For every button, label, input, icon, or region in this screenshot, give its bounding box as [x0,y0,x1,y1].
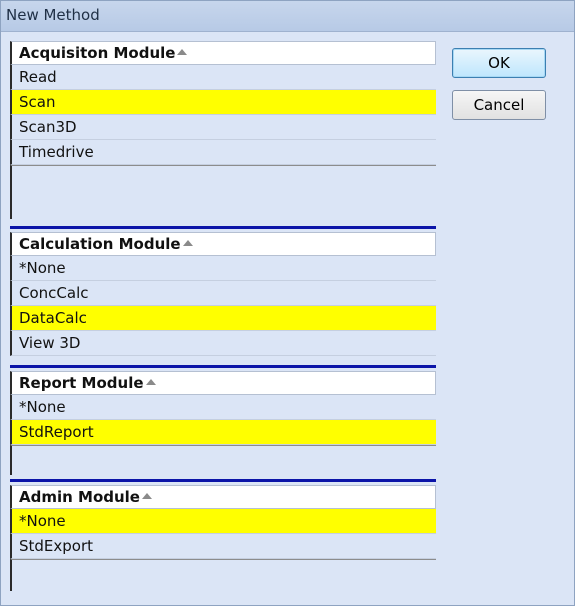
list-item-scan3d[interactable]: Scan3D [10,115,436,140]
list-item-stdreport[interactable]: StdReport [10,420,436,445]
cancel-button[interactable]: Cancel [452,90,546,120]
list-item-scan[interactable]: Scan [10,90,436,115]
list-item-label: *None [19,512,66,530]
list-item-label: View 3D [19,334,81,352]
list-empty-area[interactable] [10,559,436,591]
admin-module-list: Admin Module *None StdExport [10,485,436,591]
list-item-none[interactable]: *None [10,256,436,281]
list-item-label: ConcCalc [19,284,89,302]
title-bar[interactable]: New Method [1,1,574,32]
list-item-conccalc[interactable]: ConcCalc [10,281,436,306]
report-module-header-label: Report Module [19,374,144,392]
sort-ascending-icon [177,49,188,55]
calculation-module-header[interactable]: Calculation Module [10,232,436,256]
list-item-view-3d[interactable]: View 3D [10,331,436,356]
sort-ascending-icon [182,240,193,246]
admin-module-header-label: Admin Module [19,488,140,506]
list-item-timedrive[interactable]: Timedrive [10,140,436,165]
acquisition-module-header-label: Acquisiton Module [19,44,176,62]
list-item-stdexport[interactable]: StdExport [10,534,436,559]
splitter[interactable] [10,226,436,229]
list-item-datacalc[interactable]: DataCalc [10,306,436,331]
list-item-label: Scan3D [19,118,77,136]
list-item-label: *None [19,398,66,416]
list-empty-area[interactable] [10,165,436,219]
sort-ascending-icon [141,493,152,499]
calculation-module-header-label: Calculation Module [19,235,181,253]
list-item-label: Read [19,68,57,86]
calculation-module-list: Calculation Module *None ConcCalc DataCa… [10,232,436,356]
list-item-none[interactable]: *None [10,395,436,420]
list-item-label: *None [19,259,66,277]
report-module-header[interactable]: Report Module [10,371,436,395]
new-method-dialog: New Method Acquisiton Module Read Scan S… [0,0,575,606]
sort-ascending-icon [145,379,156,385]
list-item-label: DataCalc [19,309,87,327]
splitter[interactable] [10,365,436,368]
window-title: New Method [6,6,100,24]
splitter[interactable] [10,479,436,482]
list-item-label: StdExport [19,537,94,555]
acquisition-module-header[interactable]: Acquisiton Module [10,41,436,65]
list-item-label: Timedrive [19,143,94,161]
list-empty-area[interactable] [10,445,436,475]
report-module-list: Report Module *None StdReport [10,371,436,475]
acquisition-module-list: Acquisiton Module Read Scan Scan3D Timed… [10,41,436,219]
list-item-label: Scan [19,93,56,111]
list-item-none[interactable]: *None [10,509,436,534]
list-item-label: StdReport [19,423,94,441]
list-item-read[interactable]: Read [10,65,436,90]
ok-button[interactable]: OK [452,48,546,78]
admin-module-header[interactable]: Admin Module [10,485,436,509]
